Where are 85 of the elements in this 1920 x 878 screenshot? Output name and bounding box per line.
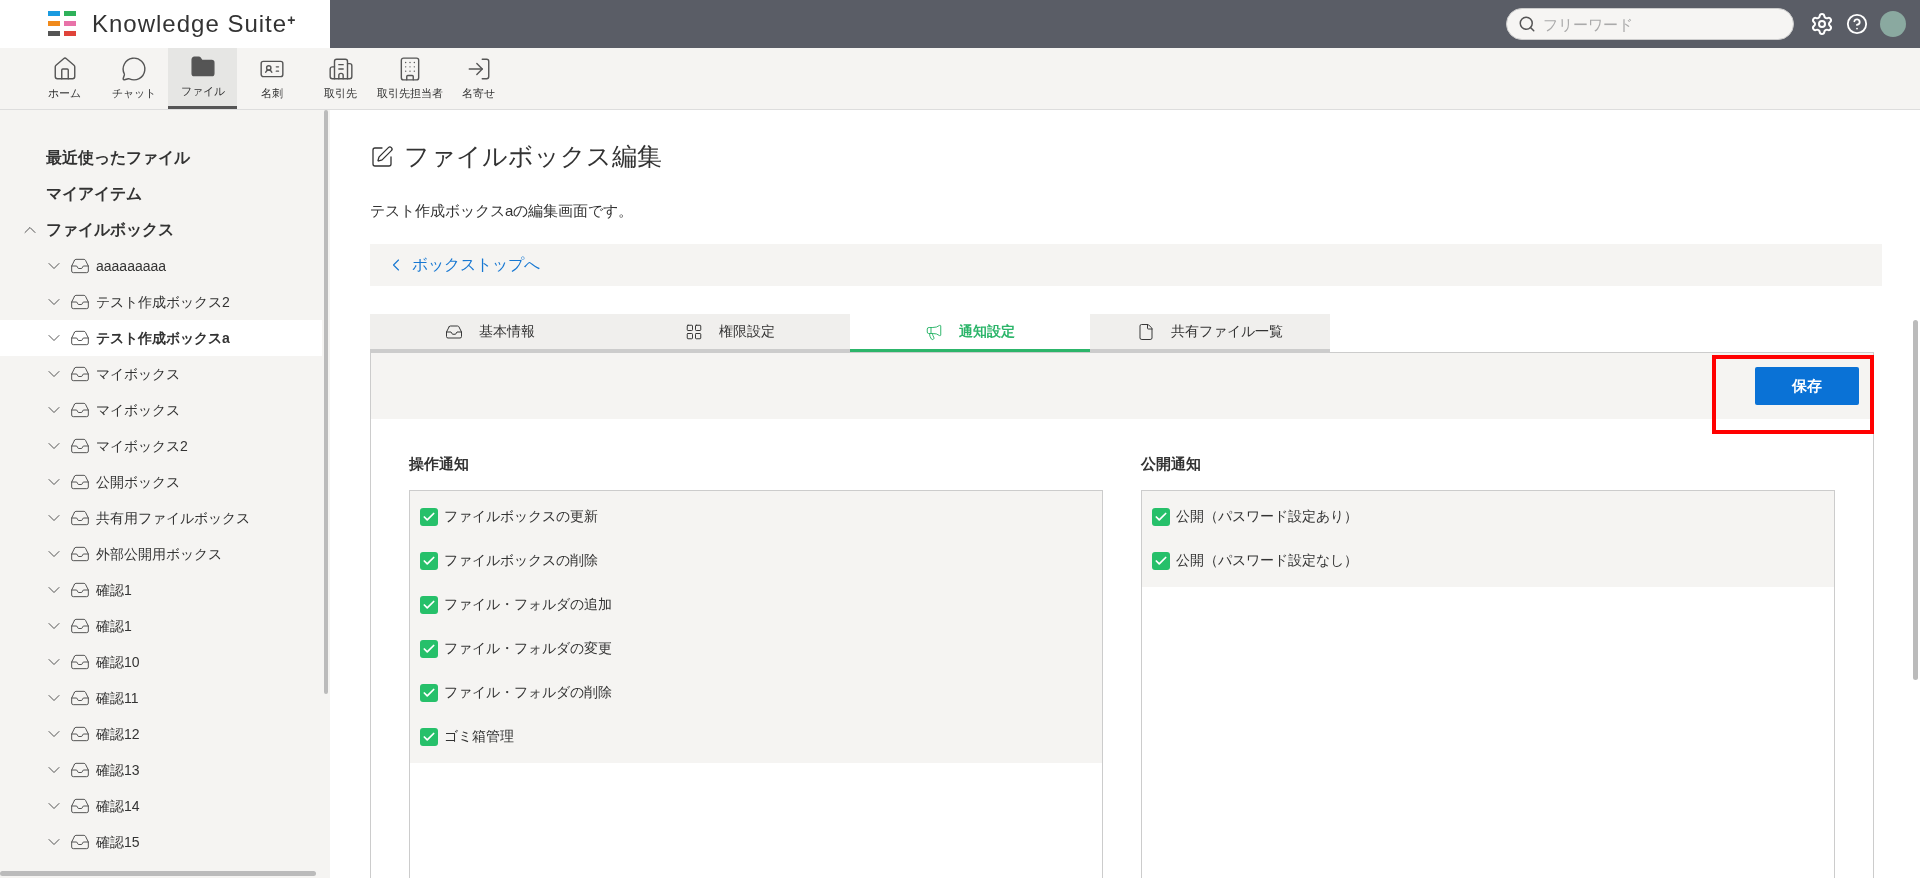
tray-icon — [70, 508, 90, 528]
section-heading: 公開通知 — [1141, 454, 1202, 474]
tree-item[interactable]: テスト作成ボックス2 — [0, 284, 322, 320]
tree-item[interactable]: 公開ボックス — [0, 464, 322, 500]
tray-icon — [70, 580, 90, 600]
checkbox[interactable] — [420, 551, 438, 570]
tray-icon — [70, 364, 90, 384]
tab[interactable]: 権限設定 — [610, 314, 850, 352]
checkbox[interactable] — [1152, 507, 1170, 526]
section-heading: 操作通知 — [409, 454, 470, 474]
tree-item[interactable]: 確認14 — [0, 788, 322, 824]
tree-item[interactable]: 確認11 — [0, 680, 322, 716]
checkbox[interactable] — [420, 727, 438, 746]
tree-item[interactable]: 確認1 — [0, 572, 322, 608]
nav-tab[interactable]: 名寄せ — [444, 48, 513, 109]
settings-icon[interactable] — [1810, 12, 1834, 36]
edit-icon — [370, 144, 394, 169]
checkbox-option[interactable]: ファイルボックスの削除 — [410, 538, 1102, 583]
avatar[interactable] — [1880, 11, 1906, 37]
nav-tab[interactable]: 取引先 — [306, 48, 375, 109]
checkbox[interactable] — [420, 683, 438, 702]
tree-item[interactable]: テスト作成ボックスa — [0, 320, 322, 356]
logo-icon — [48, 11, 78, 37]
tray-icon — [70, 256, 90, 276]
checkbox-option[interactable]: ゴミ箱管理 — [410, 714, 1102, 759]
scrollbar[interactable] — [1913, 320, 1918, 680]
tree-item[interactable]: 確認15 — [0, 824, 322, 860]
tray-icon — [70, 544, 90, 564]
tree-item[interactable]: マイボックス — [0, 392, 322, 428]
logo-text: Knowledge Suite$^{+}$ — [92, 9, 297, 39]
tree-item[interactable]: 共有用ファイルボックス — [0, 500, 322, 536]
checkbox-option[interactable]: ファイルボックスの更新 — [410, 494, 1102, 539]
search-icon — [1518, 15, 1536, 33]
nav-tab[interactable]: ホーム — [30, 48, 99, 109]
nav-tab[interactable]: 取引先担当者 — [375, 48, 444, 109]
scrollbar[interactable] — [324, 110, 328, 694]
tree-item[interactable]: 確認13 — [0, 752, 322, 788]
tray-icon — [70, 724, 90, 744]
checkbox-option[interactable]: ファイル・フォルダの変更 — [410, 626, 1102, 671]
tree-item[interactable]: 外部公開用ボックス — [0, 536, 322, 572]
tree-item[interactable]: 確認10 — [0, 644, 322, 680]
checkbox-option[interactable]: ファイル・フォルダの追加 — [410, 582, 1102, 627]
back-link[interactable]: ボックストップへ — [412, 253, 540, 277]
tab[interactable]: 基本情報 — [370, 314, 610, 352]
search-field[interactable]: フリーワード — [1506, 8, 1794, 40]
tray-icon — [70, 472, 90, 492]
checkbox-option[interactable]: ファイル・フォルダの削除 — [410, 670, 1102, 715]
chat-bubble-icon — [120, 55, 147, 82]
tree-item[interactable]: aaaaaaaaa — [0, 248, 322, 284]
sidebar-item[interactable]: マイアイテム — [0, 176, 330, 212]
tray-icon — [445, 322, 463, 341]
sidebar-item[interactable]: 最近使ったファイル — [0, 140, 330, 176]
tray-icon — [70, 796, 90, 816]
checkbox[interactable] — [420, 595, 438, 614]
tree-item[interactable]: 確認1 — [0, 608, 322, 644]
scrollbar[interactable] — [0, 871, 316, 876]
nav-tab[interactable]: ファイル — [168, 48, 237, 109]
checkbox-option[interactable]: 公開（パスワード設定あり） — [1142, 494, 1834, 539]
tray-icon — [70, 688, 90, 708]
tray-icon — [70, 328, 90, 348]
sidebar-item[interactable]: ファイルボックス — [0, 212, 330, 248]
tray-icon — [70, 436, 90, 456]
tray-icon — [70, 760, 90, 780]
nav-tab[interactable]: 名刺 — [237, 48, 306, 109]
document-icon — [1137, 322, 1155, 341]
checkbox[interactable] — [420, 639, 438, 658]
page-description: テスト作成ボックスaの編集画面です。 — [370, 200, 635, 221]
nav-tab[interactable]: チャット — [99, 48, 168, 109]
checkbox[interactable] — [1152, 551, 1170, 570]
checkbox-option[interactable]: 公開（パスワード設定なし） — [1142, 538, 1834, 583]
help-icon[interactable] — [1846, 13, 1868, 35]
tray-icon — [70, 652, 90, 672]
tray-icon — [70, 832, 90, 852]
save-button[interactable]: 保存 — [1755, 367, 1859, 405]
tree-item[interactable]: 確認12 — [0, 716, 322, 752]
tree-item[interactable]: マイボックス2 — [0, 428, 322, 464]
tree-item[interactable]: マイボックス — [0, 356, 322, 392]
megaphone-icon — [925, 322, 943, 341]
tab[interactable]: 共有ファイル一覧 — [1090, 314, 1330, 352]
tray-icon — [70, 400, 90, 420]
tray-icon — [70, 616, 90, 636]
page-title: ファイルボックス編集 — [404, 141, 662, 172]
grid-icon — [685, 322, 703, 341]
tray-icon — [70, 292, 90, 312]
checkbox[interactable] — [420, 507, 438, 526]
